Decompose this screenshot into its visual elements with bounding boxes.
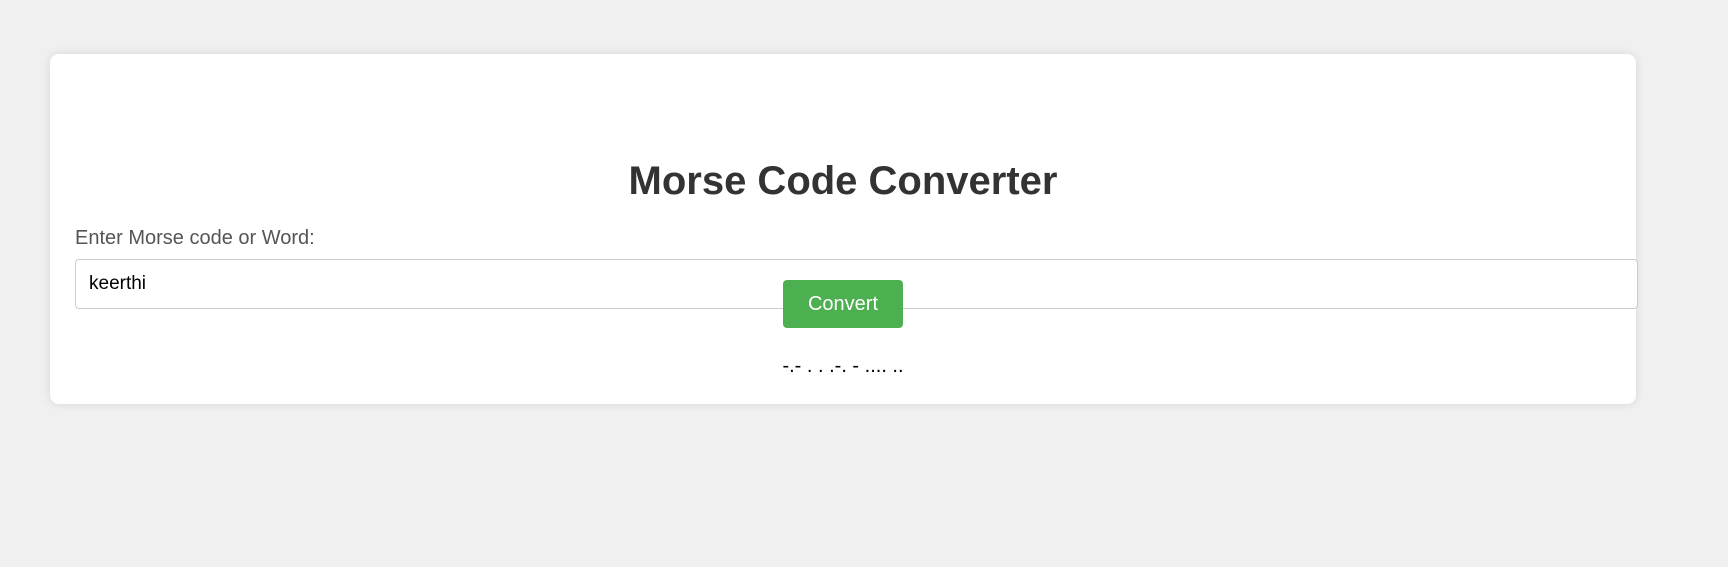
- convert-button[interactable]: Convert: [783, 280, 903, 328]
- conversion-result: -.- . . .-. - .... ..: [782, 355, 904, 377]
- converter-card: Morse Code Converter Enter Morse code or…: [50, 54, 1638, 404]
- page-title: Morse Code Converter: [628, 159, 1058, 203]
- input-label: Enter Morse code or Word:: [75, 227, 315, 249]
